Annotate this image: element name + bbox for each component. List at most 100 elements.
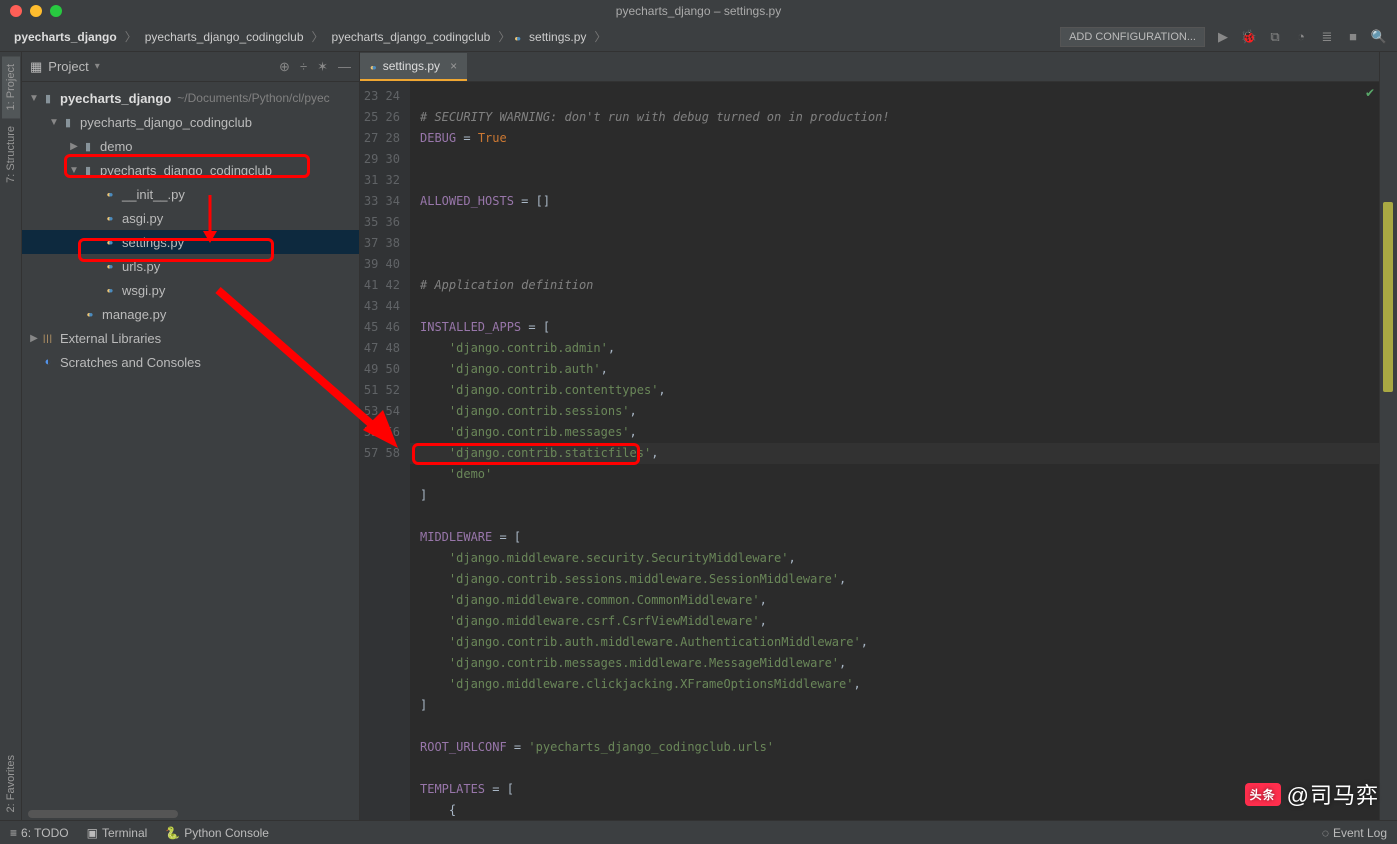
expand-arrow-icon[interactable]: ▼ — [28, 93, 40, 104]
folder-icon — [80, 164, 96, 177]
tree-label: wsgi.py — [122, 283, 165, 298]
locate-icon[interactable]: ⊕ — [279, 59, 290, 75]
bottom-tool-bar: ≡ 6: TODO ▣ Terminal 🐍 Python Console ◌ … — [0, 820, 1397, 844]
tree-folder[interactable]: ▼ pyecharts_django_codingclub — [22, 110, 359, 134]
collapse-all-icon[interactable]: ÷ — [300, 59, 307, 75]
close-tab-icon[interactable]: × — [450, 59, 457, 73]
tree-root-path: ~/Documents/Python/cl/pyec — [177, 91, 329, 105]
watermark-badge: 头条 — [1245, 783, 1281, 806]
python-file-icon — [370, 59, 377, 73]
tree-root[interactable]: ▼ pyecharts_django ~/Documents/Python/cl… — [22, 86, 359, 110]
tree-label: External Libraries — [60, 331, 161, 346]
run-icon[interactable]: ▶ — [1215, 29, 1231, 45]
window-title: pyecharts_django – settings.py — [616, 4, 781, 18]
window-controls — [0, 5, 62, 17]
tree-label: pyecharts_django_codingclub — [80, 115, 252, 130]
event-log-button[interactable]: ◌ Event Log — [1322, 826, 1387, 840]
expand-arrow-icon[interactable]: ▶ — [28, 333, 40, 344]
folder-icon — [80, 140, 96, 153]
marker-strip[interactable] — [1383, 202, 1393, 392]
concurrency-icon[interactable]: ≣ — [1319, 29, 1335, 45]
tree-label: __init__.py — [122, 187, 185, 202]
editor-area: settings.py × 23 24 25 26 27 28 29 30 31… — [360, 52, 1379, 820]
coverage-icon[interactable]: ⧉ — [1267, 29, 1283, 45]
python-file-icon — [102, 262, 118, 271]
watermark-text: @司马弈 — [1287, 778, 1379, 810]
code-content[interactable]: # SECURITY WARNING: don't run with debug… — [410, 82, 1379, 820]
python-file-icon — [102, 190, 118, 199]
tool-tab-structure[interactable]: 7: Structure — [3, 118, 19, 191]
tree-file-wsgi[interactable]: wsgi.py — [22, 278, 359, 302]
tool-tab-terminal[interactable]: ▣ Terminal — [87, 826, 148, 840]
expand-arrow-icon[interactable]: ▼ — [48, 117, 60, 128]
breadcrumb-root[interactable]: pyecharts_django — [10, 28, 121, 46]
project-header: ▦ Project ▾ ⊕ ÷ ✶ — — [22, 52, 359, 82]
main-area: 1: Project 7: Structure 2: Favorites ▦ P… — [0, 52, 1397, 820]
tool-tab-favorites[interactable]: 2: Favorites — [3, 747, 19, 820]
tree-file-manage[interactable]: manage.py — [22, 302, 359, 326]
tree-file-urls[interactable]: urls.py — [22, 254, 359, 278]
add-configuration-button[interactable]: ADD CONFIGURATION... — [1060, 27, 1205, 47]
python-file-icon — [82, 310, 98, 319]
code-editor[interactable]: 23 24 25 26 27 28 29 30 31 32 33 34 35 3… — [360, 82, 1379, 820]
project-title: Project — [48, 59, 88, 74]
tree-external-libraries[interactable]: ▶ External Libraries — [22, 326, 359, 350]
search-icon[interactable]: 🔍 — [1371, 29, 1387, 45]
horizontal-scrollbar[interactable] — [28, 810, 178, 818]
project-icon: ▦ — [30, 59, 42, 75]
tree-label: Scratches and Consoles — [60, 355, 201, 370]
line-number-gutter: 23 24 25 26 27 28 29 30 31 32 33 34 35 3… — [360, 82, 410, 820]
tree-folder-inner[interactable]: ▼ pyecharts_django_codingclub — [22, 158, 359, 182]
python-file-icon — [102, 286, 118, 295]
maximize-icon[interactable] — [50, 5, 62, 17]
debug-icon[interactable]: 🐞 — [1241, 29, 1257, 45]
python-file-icon — [102, 238, 118, 247]
python-file-icon — [102, 214, 118, 223]
tree-label: urls.py — [122, 259, 160, 274]
title-bar: pyecharts_django – settings.py — [0, 0, 1397, 22]
profile-icon[interactable]: ◔ — [1293, 29, 1309, 45]
tree-label: asgi.py — [122, 211, 163, 226]
tool-tab-todo[interactable]: ≡ 6: TODO — [10, 826, 69, 840]
tree-label: pyecharts_django_codingclub — [100, 163, 272, 178]
navigation-bar: pyecharts_django〉 pyecharts_django_codin… — [0, 22, 1397, 52]
tool-tab-python-console[interactable]: 🐍 Python Console — [165, 826, 269, 840]
editor-tab-bar: settings.py × — [360, 52, 1379, 82]
tree-label: demo — [100, 139, 133, 154]
right-gutter — [1379, 52, 1397, 820]
tree-file-init[interactable]: __init__.py — [22, 182, 359, 206]
folder-icon — [60, 116, 76, 129]
stop-icon[interactable]: ■ — [1345, 29, 1361, 45]
editor-tab-settings[interactable]: settings.py × — [360, 53, 467, 81]
breadcrumb[interactable]: pyecharts_django〉 pyecharts_django_codin… — [10, 28, 606, 46]
scratch-icon — [40, 356, 56, 368]
left-tool-strip: 1: Project 7: Structure 2: Favorites — [0, 52, 22, 820]
expand-arrow-icon[interactable]: ▼ — [68, 165, 80, 176]
tree-file-settings[interactable]: settings.py — [22, 230, 359, 254]
editor-tab-label: settings.py — [383, 59, 440, 73]
tree-label: settings.py — [122, 235, 184, 250]
project-tree[interactable]: ▼ pyecharts_django ~/Documents/Python/cl… — [22, 82, 359, 820]
breadcrumb-item[interactable]: pyecharts_django_codingclub — [328, 28, 495, 46]
hide-icon[interactable]: — — [338, 59, 351, 75]
close-icon[interactable] — [10, 5, 22, 17]
tree-folder-demo[interactable]: ▶ demo — [22, 134, 359, 158]
watermark: 头条 @司马弈 — [1245, 778, 1379, 810]
tool-tab-project[interactable]: 1: Project — [2, 56, 20, 118]
project-header-actions: ⊕ ÷ ✶ — — [279, 59, 351, 75]
project-tool-window: ▦ Project ▾ ⊕ ÷ ✶ — ▼ pyecharts_django ~… — [22, 52, 360, 820]
expand-arrow-icon[interactable]: ▶ — [68, 141, 80, 152]
toolbar-right: ADD CONFIGURATION... ▶ 🐞 ⧉ ◔ ≣ ■ 🔍 — [1060, 27, 1387, 47]
folder-icon — [40, 92, 56, 105]
python-file-icon — [514, 30, 521, 44]
tree-label: manage.py — [102, 307, 166, 322]
tree-scratches[interactable]: Scratches and Consoles — [22, 350, 359, 374]
breadcrumb-item[interactable]: pyecharts_django_codingclub — [141, 28, 308, 46]
project-view-selector[interactable]: ▦ Project ▾ — [30, 59, 279, 75]
chevron-down-icon: ▾ — [95, 61, 100, 72]
tree-root-name: pyecharts_django — [60, 91, 171, 106]
settings-icon[interactable]: ✶ — [317, 59, 328, 75]
tree-file-asgi[interactable]: asgi.py — [22, 206, 359, 230]
breadcrumb-file[interactable]: settings.py — [525, 28, 590, 46]
minimize-icon[interactable] — [30, 5, 42, 17]
